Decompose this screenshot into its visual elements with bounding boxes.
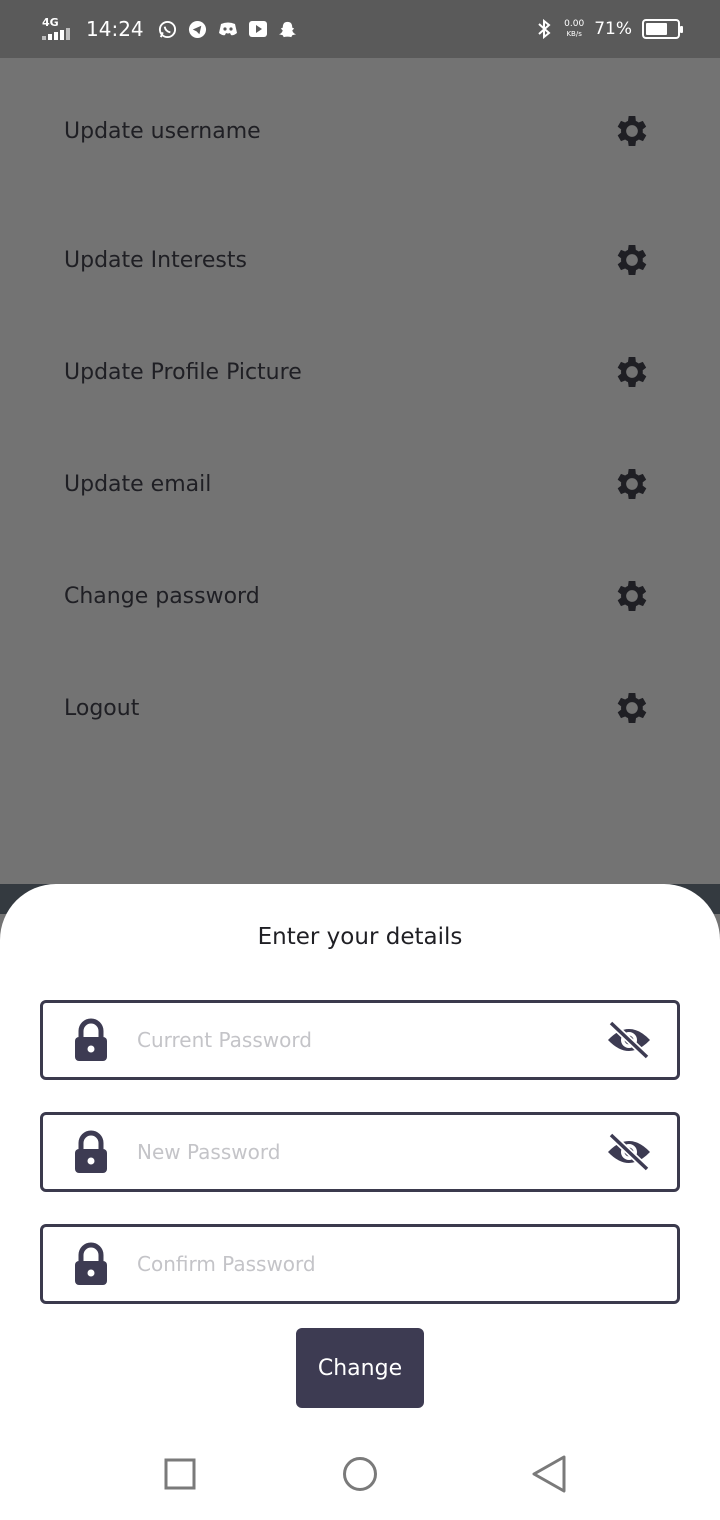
telegram-icon <box>188 19 208 39</box>
whatsapp-icon <box>158 19 178 39</box>
setting-label: Logout <box>64 695 140 721</box>
current-password-field[interactable] <box>40 1000 680 1080</box>
lock-icon <box>75 1130 107 1173</box>
setting-update-username[interactable]: Update username <box>0 58 720 204</box>
network-speed: 0.00 KB/s <box>564 19 585 38</box>
bluetooth-icon <box>534 19 554 39</box>
eye-slash-icon[interactable] <box>605 1020 653 1060</box>
confirm-password-input[interactable] <box>137 1252 653 1276</box>
current-password-input[interactable] <box>137 1028 605 1052</box>
confirm-password-field[interactable] <box>40 1224 680 1304</box>
clock: 14:24 <box>86 17 144 41</box>
setting-update-email[interactable]: Update email <box>0 428 720 540</box>
setting-update-profile-picture[interactable]: Update Profile Picture <box>0 316 720 428</box>
circle-icon <box>343 1457 377 1491</box>
change-password-sheet: Enter your details Change <box>0 884 720 1520</box>
status-bar: 4G 14:24 0.00 KB/s 71% <box>0 0 720 58</box>
recent-apps-button[interactable] <box>158 1452 202 1496</box>
eye-slash-icon[interactable] <box>605 1132 653 1172</box>
lock-icon <box>75 1018 107 1061</box>
new-password-input[interactable] <box>137 1140 605 1164</box>
setting-update-interests[interactable]: Update Interests <box>0 204 720 316</box>
gear-icon[interactable] <box>612 688 652 728</box>
square-icon <box>164 1458 196 1490</box>
setting-label: Update Interests <box>64 247 247 273</box>
gear-icon[interactable] <box>612 576 652 616</box>
lock-icon <box>75 1242 107 1285</box>
setting-label: Update Profile Picture <box>64 359 302 385</box>
triangle-back-icon <box>532 1455 566 1493</box>
setting-label: Update username <box>64 118 261 144</box>
setting-logout[interactable]: Logout <box>0 652 720 764</box>
new-password-field[interactable] <box>40 1112 680 1192</box>
change-button[interactable]: Change <box>296 1328 424 1408</box>
back-button[interactable] <box>526 1452 570 1496</box>
snapchat-icon <box>278 19 298 39</box>
setting-label: Change password <box>64 583 260 609</box>
discord-icon <box>218 19 238 39</box>
gear-icon[interactable] <box>612 240 652 280</box>
gear-icon[interactable] <box>612 352 652 392</box>
home-button[interactable] <box>338 1452 382 1496</box>
gear-icon[interactable] <box>612 111 652 151</box>
system-navigation-bar <box>0 1436 720 1520</box>
settings-list: Update username Update Interests Update … <box>0 58 720 764</box>
setting-label: Update email <box>64 471 212 497</box>
battery-percent: 71% <box>594 19 632 39</box>
youtube-icon <box>248 19 268 39</box>
battery-icon <box>642 19 683 39</box>
battery-level <box>646 23 668 35</box>
sheet-title: Enter your details <box>257 924 463 950</box>
cellular-signal-icon: 4G <box>42 16 76 42</box>
setting-change-password[interactable]: Change password <box>0 540 720 652</box>
gear-icon[interactable] <box>612 464 652 504</box>
